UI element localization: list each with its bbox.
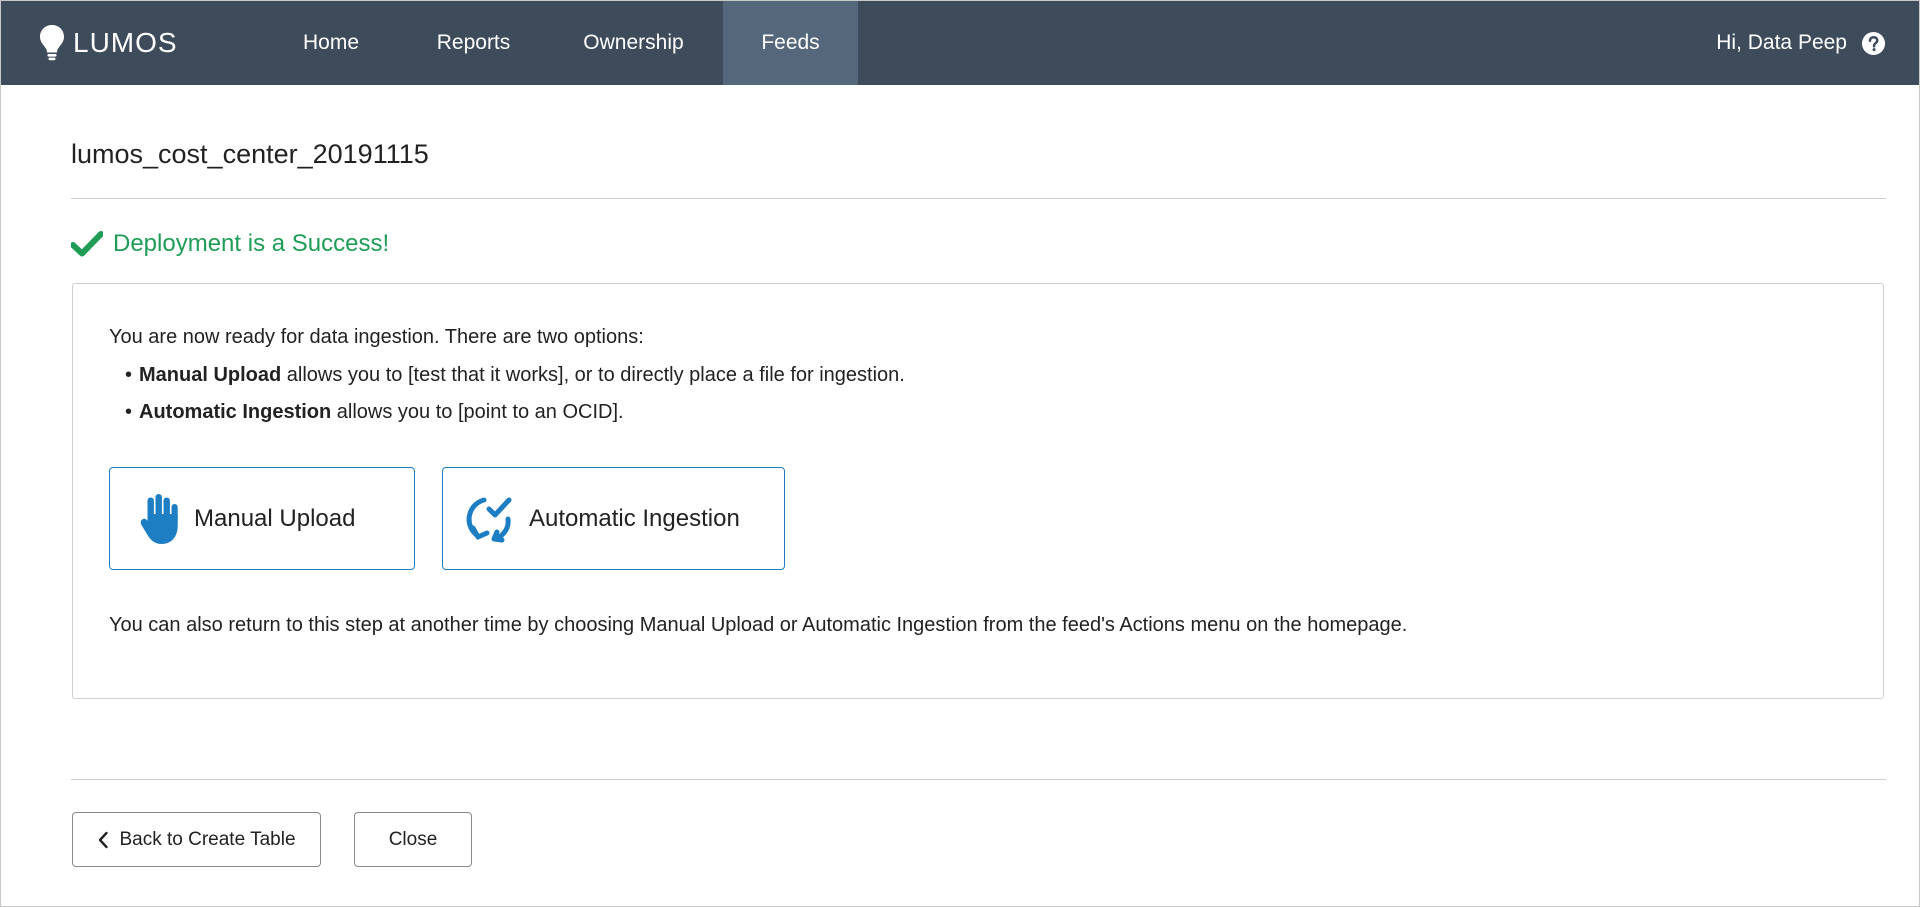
intro-text: You are now ready for data ingestion. Th… [109,326,644,348]
footnote-text: You can also return to this step at anot… [109,614,1408,636]
bullet-title: Automatic Ingestion [139,401,332,423]
user-greeting[interactable]: Hi, Data Peep [1716,1,1847,85]
divider [71,198,1886,199]
bullet-automatic-ingestion: • Automatic Ingestion allows you to [poi… [125,401,624,424]
manual-upload-button[interactable]: Manual Upload [109,467,415,570]
back-button[interactable]: Back to Create Table [72,812,321,867]
ingestion-panel: You are now ready for data ingestion. Th… [72,283,1884,699]
hand-icon [130,492,190,546]
nav-feeds[interactable]: Feeds [723,1,858,85]
automatic-ingestion-label: Automatic Ingestion [529,504,740,532]
nav-home[interactable]: Home [281,1,381,85]
bullet-title: Manual Upload [139,364,282,386]
success-message: Deployment is a Success! [71,229,389,259]
bullet-text: allows you to [test that it works], or t… [281,364,905,386]
top-nav: LUMOS Home Reports Ownership Feeds Hi, D… [1,1,1919,85]
manual-upload-label: Manual Upload [194,504,356,532]
lightbulb-icon [40,25,64,61]
success-text: Deployment is a Success! [113,230,390,257]
nav-ownership[interactable]: Ownership [571,1,696,85]
logo[interactable]: LUMOS [39,23,178,63]
brand-name: LUMOS [73,27,178,58]
bullet-manual-upload: • Manual Upload allows you to [test that… [125,364,905,387]
sync-check-icon [463,492,519,546]
close-button[interactable]: Close [354,812,472,867]
bullet-text: allows you to [point to an OCID]. [331,401,624,423]
app-window: LUMOS Home Reports Ownership Feeds Hi, D… [0,0,1920,907]
help-icon[interactable] [1861,31,1886,56]
page-title: lumos_cost_center_20191115 [71,139,429,169]
automatic-ingestion-button[interactable]: Automatic Ingestion [442,467,785,570]
nav-reports[interactable]: Reports [421,1,526,85]
bullet-dot: • [125,401,133,423]
back-button-label: Back to Create Table [119,828,296,850]
chevron-left-icon [97,831,109,849]
divider [71,779,1886,780]
bullet-dot: • [125,364,133,386]
checkmark-icon [71,231,103,257]
